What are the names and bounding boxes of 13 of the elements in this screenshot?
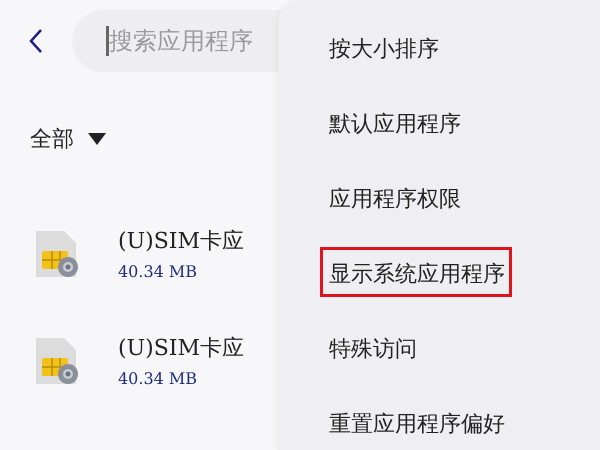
app-size: 40.34 MB <box>118 369 198 388</box>
menu-item[interactable]: 应用程序权限 <box>320 172 464 222</box>
app-name: (U)SIM卡应 <box>118 228 244 256</box>
dropdown-icon[interactable] <box>88 133 106 145</box>
back-icon[interactable] <box>28 28 44 54</box>
filter-label[interactable]: 全部 <box>30 124 74 154</box>
app-name: (U)SIM卡应 <box>118 335 244 363</box>
menu-item[interactable]: 默认应用程序 <box>320 97 464 147</box>
menu-item[interactable]: 显示系统应用程序 <box>320 247 512 297</box>
menu-item[interactable]: 重置应用程序偏好 <box>320 397 508 447</box>
app-size: 40.34 MB <box>118 262 198 281</box>
text-cursor <box>106 26 109 56</box>
menu-item[interactable]: 特殊访问 <box>320 322 420 372</box>
